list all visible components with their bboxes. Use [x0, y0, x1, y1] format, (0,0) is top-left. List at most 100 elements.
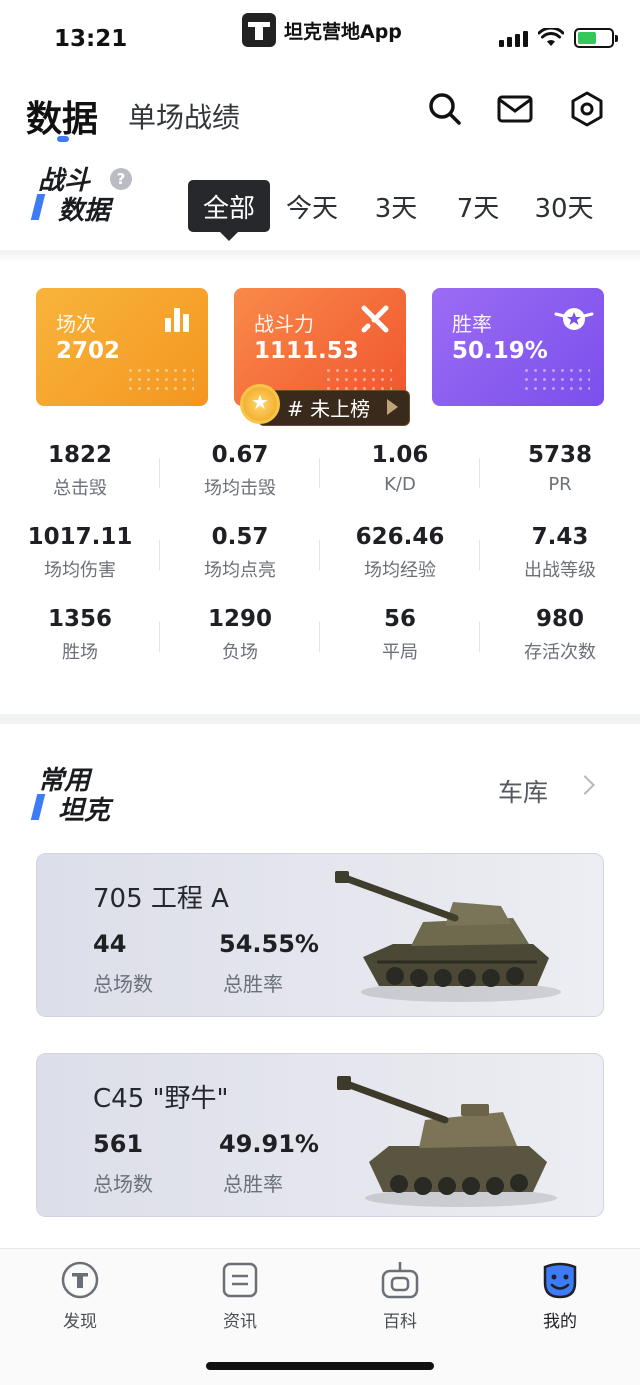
rank-badge[interactable]: # 未上榜	[240, 384, 412, 426]
stat-value: 1290	[207, 606, 272, 632]
tanks-title-line1: 常用	[38, 766, 91, 796]
status-icons	[499, 26, 618, 48]
separator	[479, 622, 480, 652]
profile-icon	[539, 1259, 581, 1301]
separator	[159, 540, 160, 570]
separator	[159, 458, 160, 488]
bar-chart-icon	[162, 304, 192, 334]
stat-label: 负场	[222, 642, 258, 663]
divider	[0, 250, 640, 264]
stat-battle-tier: 7.43 出战等级	[480, 524, 640, 582]
card-power-value: 1111.53	[254, 338, 359, 364]
stat-label: 总击毁	[53, 478, 107, 499]
tank-card[interactable]: C45 "野牛" 561 49.91% 总场数 总胜率	[36, 1053, 604, 1217]
settings-icon[interactable]	[568, 90, 606, 128]
wiki-icon	[379, 1259, 421, 1301]
separator	[479, 458, 480, 488]
tank-card[interactable]: 705 工程 A 44 54.55% 总场数 总胜率	[36, 853, 604, 1017]
nav-profile[interactable]: 我的	[510, 1259, 610, 1332]
section-divider	[0, 714, 640, 724]
active-tab-indicator	[57, 136, 69, 142]
tank-winrate: 54.55%	[219, 930, 319, 958]
tank-battles-label: 总场数	[93, 972, 153, 996]
play-arrow-icon	[387, 399, 398, 415]
stat-value: 1356	[47, 606, 112, 632]
card-winrate[interactable]: 胜率 50.19%	[432, 288, 604, 406]
stat-label: 平局	[382, 642, 418, 663]
news-icon	[219, 1259, 261, 1301]
range-7days[interactable]: 7天	[444, 180, 512, 232]
stat-pr: 5738 PR	[480, 442, 640, 495]
tank-battles-label: 总场数	[93, 1172, 153, 1196]
card-power-label: 战斗力	[254, 312, 314, 336]
stat-avg-damage: 1017.11 场均伤害	[0, 524, 160, 582]
separator	[479, 540, 480, 570]
stat-label: 场均击毁	[204, 478, 276, 499]
stat-label: PR	[548, 474, 572, 495]
nav-label: 百科	[383, 1312, 417, 1332]
battle-data-title: 战斗 数据	[30, 166, 111, 226]
mail-icon[interactable]	[496, 90, 534, 128]
range-3days[interactable]: 3天	[362, 180, 430, 232]
stat-value: 0.67	[211, 442, 269, 468]
app-logo-icon	[242, 13, 276, 47]
tab-data[interactable]: 数据	[26, 90, 98, 142]
tanks-title-line2: 坦克	[58, 796, 111, 826]
chevron-right-icon[interactable]	[575, 775, 595, 795]
tank-name: 705 工程 A	[93, 884, 229, 914]
stat-losses: 1290 负场	[160, 606, 320, 664]
stat-value: 1822	[47, 442, 112, 468]
stat-value: 5738	[527, 442, 592, 468]
stat-wins: 1356 胜场	[0, 606, 160, 664]
stat-draws: 56 平局	[320, 606, 480, 664]
nav-label: 我的	[543, 1312, 577, 1332]
range-30days[interactable]: 30天	[526, 180, 602, 232]
nav-wiki[interactable]: 百科	[350, 1259, 450, 1332]
battle-title-line2: 数据	[58, 196, 111, 226]
tank-battles: 561	[93, 1130, 144, 1158]
tank-image	[333, 862, 563, 1012]
tank-image	[333, 1062, 563, 1212]
discover-icon	[59, 1259, 101, 1301]
battery-icon	[574, 28, 618, 48]
status-bar: 13:21 坦克营地App	[0, 0, 640, 76]
stat-value: 1.06	[371, 442, 429, 468]
frequent-tanks-title: 常用 坦克	[30, 766, 111, 826]
stat-kd: 1.06 K/D	[320, 442, 480, 495]
home-indicator[interactable]	[206, 1362, 434, 1370]
card-winrate-value: 50.19%	[452, 338, 548, 364]
wifi-icon	[537, 26, 565, 48]
tank-winrate: 49.91%	[219, 1130, 319, 1158]
stat-value: 7.43	[531, 524, 589, 550]
star-badge-icon	[554, 304, 594, 334]
range-today[interactable]: 今天	[278, 180, 346, 232]
stat-survived: 980 存活次数	[480, 606, 640, 664]
stat-value: 0.57	[211, 524, 269, 550]
nav-news[interactable]: 资讯	[190, 1259, 290, 1332]
stat-value: 980	[535, 606, 584, 632]
separator	[319, 458, 320, 488]
tank-name: C45 "野牛"	[93, 1084, 229, 1114]
separator	[319, 622, 320, 652]
tab-single-battle[interactable]: 单场战绩	[128, 96, 240, 136]
stat-avg-xp: 626.46 场均经验	[320, 524, 480, 582]
garage-link[interactable]: 车库	[498, 773, 548, 809]
app-indicator: 坦克营地App	[242, 10, 402, 50]
battle-title-line1: 战斗	[38, 166, 91, 196]
search-icon[interactable]	[426, 90, 464, 128]
status-time: 13:21	[54, 26, 128, 52]
stat-label: 场均点亮	[204, 560, 276, 581]
range-all[interactable]: 全部	[188, 180, 270, 241]
card-battles[interactable]: 场次 2702	[36, 288, 208, 406]
separator	[159, 622, 160, 652]
card-battles-label: 场次	[56, 312, 96, 336]
nav-label: 资讯	[223, 1312, 257, 1332]
card-winrate-label: 胜率	[452, 312, 492, 336]
card-battles-value: 2702	[56, 338, 121, 364]
stat-value: 1017.11	[27, 524, 133, 550]
nav-discover[interactable]: 发现	[30, 1259, 130, 1332]
help-icon[interactable]: ?	[110, 168, 132, 190]
stat-label: 场均伤害	[44, 560, 116, 581]
tank-winrate-label: 总胜率	[223, 972, 283, 996]
swords-icon	[360, 304, 390, 334]
